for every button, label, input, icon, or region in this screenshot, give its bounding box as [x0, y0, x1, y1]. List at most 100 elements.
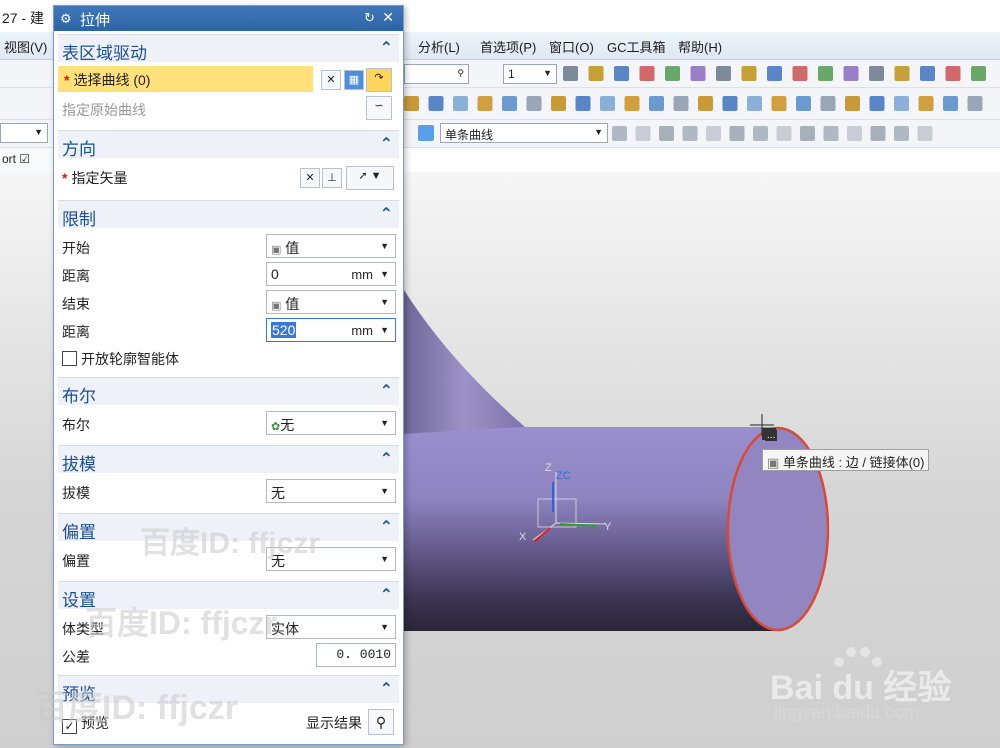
branch-pipe[interactable]	[404, 290, 525, 434]
menu-preferences[interactable]: 首选项(P)	[480, 37, 536, 56]
chevron-up-icon[interactable]: ⌃	[380, 679, 393, 699]
boolean-dropdown[interactable]: ✿无 ▼	[266, 411, 396, 435]
toolbar-tool-icon[interactable]	[776, 126, 792, 141]
settings-header[interactable]: 设置 ⌃	[58, 581, 399, 610]
curve-icon[interactable]: ↷	[366, 68, 392, 92]
menu-analysis[interactable]: 分析(L)	[418, 37, 460, 56]
menu-gc-toolbox[interactable]: GC工具箱	[607, 37, 666, 56]
selection-filter-combo[interactable]: 单条曲线 ▼	[440, 123, 608, 143]
section-drive-header[interactable]: 表区域驱动 ⌃	[58, 34, 399, 63]
toolbar-tool-icon[interactable]	[635, 126, 651, 141]
chevron-up-icon[interactable]: ⌃	[380, 381, 393, 401]
toolbar-tool-icon[interactable]	[614, 66, 629, 81]
start-distance-field[interactable]: 0 mm ▼	[266, 262, 396, 286]
vector-type-dropdown[interactable]: ➚ ▼	[346, 166, 394, 190]
toolbar-tool-icon[interactable]	[894, 66, 910, 81]
toolbar-tool-icon[interactable]	[729, 126, 745, 141]
toolbar-tool-icon[interactable]	[690, 66, 706, 81]
dialog-title-bar[interactable]: ⚙ 拉伸 ↻ ✕	[54, 6, 403, 31]
search-combo[interactable]: ⚲	[404, 64, 469, 84]
toolbar-tool-icon[interactable]	[753, 126, 768, 141]
preview-header[interactable]: 预览 ⌃	[58, 675, 399, 704]
toolbar-tool-icon[interactable]	[600, 96, 615, 111]
body-type-dropdown[interactable]: 实体 ▼	[266, 615, 396, 639]
toolbar-tool-icon[interactable]	[716, 66, 731, 81]
toolbar-tool-icon[interactable]	[649, 96, 664, 111]
toolbar-tool-icon[interactable]	[945, 66, 961, 81]
tolerance-field[interactable]: 0. 0010	[316, 643, 396, 667]
toolbar-tool-icon[interactable]	[800, 126, 815, 141]
toolbar-tool-icon[interactable]	[741, 66, 757, 81]
toolbar-tool-icon[interactable]	[477, 96, 493, 111]
toolbar-tool-icon[interactable]	[823, 126, 839, 141]
vector-dialog-icon[interactable]: ⊥	[322, 168, 342, 188]
toolbar-tool-icon[interactable]	[869, 66, 884, 81]
chevron-up-icon[interactable]: ⌃	[380, 517, 393, 537]
toolbar-tool-icon[interactable]	[526, 96, 542, 111]
toolbar-tool-icon[interactable]	[943, 96, 958, 111]
draft-dropdown[interactable]: 无 ▼	[266, 479, 396, 503]
toolbar-tool-icon[interactable]	[747, 96, 762, 111]
offset-header[interactable]: 偏置 ⌃	[58, 513, 399, 542]
toolbar-tool-icon[interactable]	[967, 96, 983, 111]
toolbar-row-1-icons[interactable]	[563, 65, 1000, 83]
original-curve-icon[interactable]: ∽	[366, 96, 392, 120]
preview-row[interactable]: ✓ 预览	[62, 713, 109, 734]
menu-help[interactable]: 帮助(H)	[678, 37, 722, 56]
select-curve-row[interactable]: * 选择曲线 (0)	[58, 66, 313, 92]
toolbar-tool-icon[interactable]	[722, 96, 738, 111]
toolbar-tool-icon[interactable]	[792, 66, 808, 81]
toolbar-tool-icon[interactable]	[682, 126, 698, 141]
layer-combo[interactable]: 1 ▼	[503, 64, 557, 84]
menu-window[interactable]: 窗口(O)	[549, 37, 594, 56]
toolbar-tool-icon[interactable]	[971, 66, 986, 81]
gear-icon[interactable]: ⚙	[60, 11, 72, 27]
chevron-up-icon[interactable]: ⌃	[380, 449, 393, 469]
toolbar-tool-icon[interactable]	[894, 96, 909, 111]
magnifier-icon[interactable]: ⚲	[368, 709, 394, 735]
start-dropdown[interactable]: ▣ 值 ▼	[266, 234, 396, 258]
toolbar-tool-icon[interactable]	[404, 96, 419, 111]
end-distance-field[interactable]: 520 mm ▼	[266, 318, 396, 342]
menu-view[interactable]: 视图(V)	[4, 37, 47, 56]
chevron-up-icon[interactable]: ⌃	[380, 585, 393, 605]
toolbar-row-2-icons[interactable]	[404, 95, 1000, 113]
direction-header[interactable]: 方向 ⌃	[58, 130, 399, 159]
part-tab[interactable]: ort ☑	[0, 148, 55, 172]
toolbar-tool-icon[interactable]	[673, 96, 689, 111]
toolbar-tool-icon[interactable]	[698, 96, 713, 111]
main-pipe[interactable]	[404, 427, 780, 631]
toolbar-tool-icon[interactable]	[665, 66, 680, 81]
toolbar-tool-icon[interactable]	[870, 126, 886, 141]
toolbar-tool-icon[interactable]	[453, 96, 468, 111]
reverse-direction-icon[interactable]: ✕	[300, 168, 320, 188]
boolean-header[interactable]: 布尔 ⌃	[58, 377, 399, 406]
toolbar-tool-icon[interactable]	[771, 96, 787, 111]
toolbar-tool-icon[interactable]	[847, 126, 862, 141]
toolbar-tool-icon[interactable]	[502, 96, 517, 111]
toolbar-tool-icon[interactable]	[917, 126, 933, 141]
toolbar-row-3-icons[interactable]	[612, 125, 952, 143]
toolbar-tool-icon[interactable]	[612, 126, 627, 141]
toolbar-tool-icon[interactable]	[706, 126, 721, 141]
toolbar-tool-icon[interactable]	[894, 126, 909, 141]
chevron-up-icon[interactable]: ⌃	[380, 204, 393, 224]
open-profile-row[interactable]: 开放轮廓智能体	[62, 349, 179, 369]
toolbar-tool-icon[interactable]	[575, 96, 591, 111]
toolbar-tool-icon[interactable]	[767, 66, 782, 81]
toolbar-tool-icon[interactable]	[588, 66, 604, 81]
open-profile-checkbox[interactable]	[62, 351, 77, 366]
sketch-section-icon[interactable]: ▦	[344, 70, 364, 90]
preview-checkbox[interactable]: ✓	[62, 719, 77, 734]
toolbar-tool-icon[interactable]	[563, 66, 578, 81]
deselect-icon[interactable]: ✕	[321, 70, 341, 90]
toolbar-tool-icon[interactable]	[639, 66, 655, 81]
toolbar-tool-icon[interactable]	[428, 96, 444, 111]
chevron-up-icon[interactable]: ⌃	[380, 38, 393, 58]
toolbar-tool-icon[interactable]	[920, 66, 935, 81]
cube-icon[interactable]	[418, 125, 434, 141]
reset-icon[interactable]: ↻	[364, 10, 375, 26]
limits-header[interactable]: 限制 ⌃	[58, 200, 399, 229]
end-dropdown[interactable]: ▣ 值 ▼	[266, 290, 396, 314]
type-filter-combo[interactable]: ▼	[0, 123, 48, 143]
